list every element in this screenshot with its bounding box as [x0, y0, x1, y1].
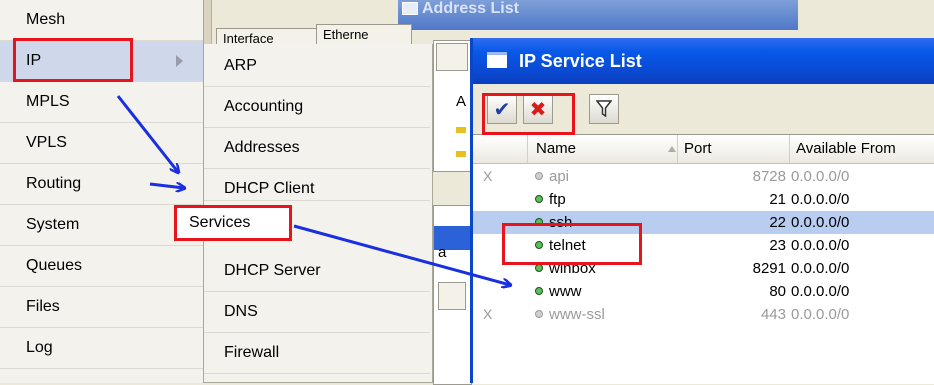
submenu-arrow-icon	[176, 55, 183, 67]
toolbar-button[interactable]	[436, 43, 468, 71]
service-available-from: 0.0.0.0/0	[791, 168, 850, 185]
submenu-item-arp[interactable]: ARP	[204, 46, 430, 87]
service-port: 23	[769, 237, 786, 254]
status-dot-icon	[535, 172, 543, 180]
highlight-ip-box	[13, 38, 133, 82]
interface-icon	[456, 127, 466, 133]
service-available-from: 0.0.0.0/0	[791, 191, 850, 208]
service-port: 22	[769, 214, 786, 231]
status-dot-icon	[535, 287, 543, 295]
menu-item-log[interactable]: Log	[0, 328, 203, 369]
service-available-from: 0.0.0.0/0	[791, 260, 850, 277]
service-available-from: 0.0.0.0/0	[791, 306, 850, 323]
status-dot-icon	[535, 195, 543, 203]
submenu-item-dhcp-server[interactable]: DHCP Server	[204, 251, 430, 292]
service-port: 8291	[752, 260, 786, 277]
menu-item-queues[interactable]: Queues	[0, 246, 203, 287]
highlight-ssh-box	[502, 223, 642, 265]
table-row[interactable]: Xapi 8728 0.0.0.0/0	[473, 165, 934, 188]
status-dot-icon	[535, 310, 543, 318]
window-icon	[402, 2, 418, 15]
service-port: 443	[760, 306, 786, 323]
service-name: ftp	[549, 191, 566, 208]
table-row[interactable]: ftp 21 0.0.0.0/0	[473, 188, 934, 211]
service-name: www-ssl	[549, 306, 605, 323]
table-header: Name Port Available From	[473, 135, 934, 164]
disabled-mark: X	[483, 168, 493, 184]
disabled-mark: X	[483, 306, 493, 322]
ip-service-list-titlebar[interactable]: IP Service List	[473, 38, 934, 84]
service-available-from: 0.0.0.0/0	[791, 237, 850, 254]
submenu-item-services[interactable]: Services	[174, 205, 292, 241]
service-port: 8728	[752, 168, 786, 185]
status-dot-icon	[535, 264, 543, 272]
menu-item-vpls[interactable]: VPLS	[0, 123, 203, 164]
submenu-item-firewall[interactable]: Firewall	[204, 333, 430, 374]
interface-icon	[456, 151, 466, 157]
column-header-port[interactable]: Port	[678, 135, 790, 163]
menu-item-routing[interactable]: Routing	[0, 164, 203, 205]
filter-button[interactable]	[589, 94, 619, 124]
menu-item-files[interactable]: Files	[0, 287, 203, 328]
column-header-name[interactable]: Name	[528, 135, 678, 163]
secondary-window-fragment: a	[433, 205, 472, 385]
menu-item-mpls[interactable]: MPLS	[0, 82, 203, 123]
column-header-flags[interactable]	[473, 135, 528, 163]
table-row[interactable]: Xwww-ssl 443 0.0.0.0/0	[473, 303, 934, 326]
ip-service-list-title: IP Service List	[519, 51, 642, 71]
service-port: 80	[769, 283, 786, 300]
table-row[interactable]: www 80 0.0.0.0/0	[473, 280, 934, 303]
submenu-item-dhcp-client[interactable]: DHCP Client	[204, 169, 430, 201]
service-name: api	[549, 168, 570, 185]
service-name: www	[549, 283, 582, 300]
sort-ascending-icon	[668, 146, 676, 152]
service-available-from: 0.0.0.0/0	[791, 283, 850, 300]
service-available-from: 0.0.0.0/0	[791, 214, 850, 231]
menu-item-mesh[interactable]: Mesh	[0, 0, 203, 41]
menu-item-system[interactable]: System	[0, 205, 203, 246]
interface-list-panel: A	[433, 40, 472, 172]
column-header-fragment: A	[456, 93, 467, 110]
ip-service-list-window: IP Service List ✔ ✖ Name Port Available …	[470, 38, 934, 384]
submenu-item-addresses[interactable]: Addresses	[204, 128, 430, 169]
address-list-title: Address List	[422, 0, 519, 17]
toolbar-button[interactable]	[438, 282, 466, 310]
window-icon	[487, 52, 507, 68]
highlight-toolbar-box	[482, 93, 575, 135]
column-header-available-from[interactable]: Available From	[790, 135, 934, 163]
service-port: 21	[769, 191, 786, 208]
filter-icon	[595, 100, 613, 118]
secondary-text-fragment: a	[438, 244, 447, 261]
submenu-item-dns[interactable]: DNS	[204, 292, 430, 333]
submenu-item-accounting[interactable]: Accounting	[204, 87, 430, 128]
address-list-titlebar[interactable]: Address List	[398, 0, 798, 30]
